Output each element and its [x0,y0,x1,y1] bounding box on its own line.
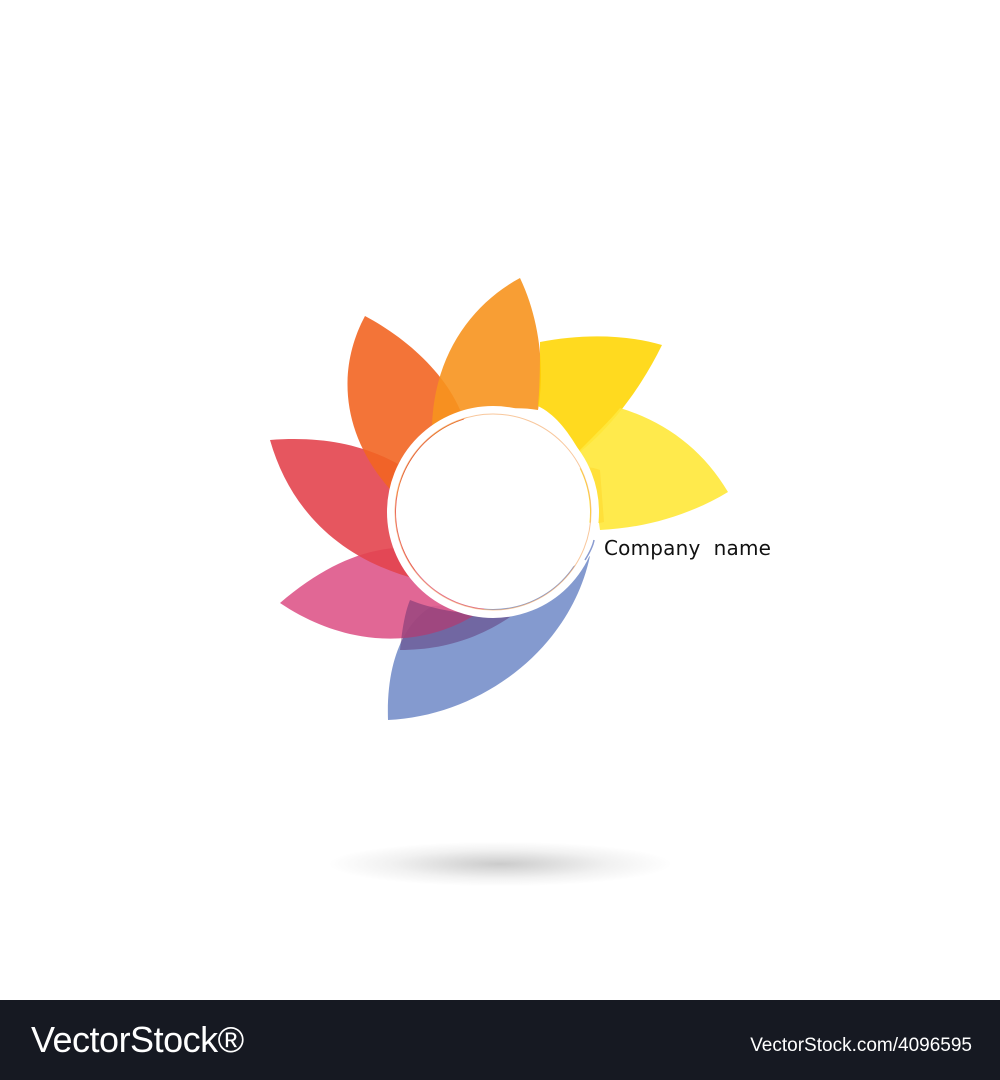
image-id-label: VectorStock.com/4096595 [750,1035,972,1056]
drop-shadow [330,842,670,886]
company-name-label: Company name [604,536,772,560]
artwork-canvas: Company name [0,0,1000,1000]
watermark-footer: VectorStock® VectorStock.com/4096595 [0,1000,1000,1080]
center-circle [396,415,590,609]
vectorstock-logo: VectorStock® [31,1019,244,1060]
